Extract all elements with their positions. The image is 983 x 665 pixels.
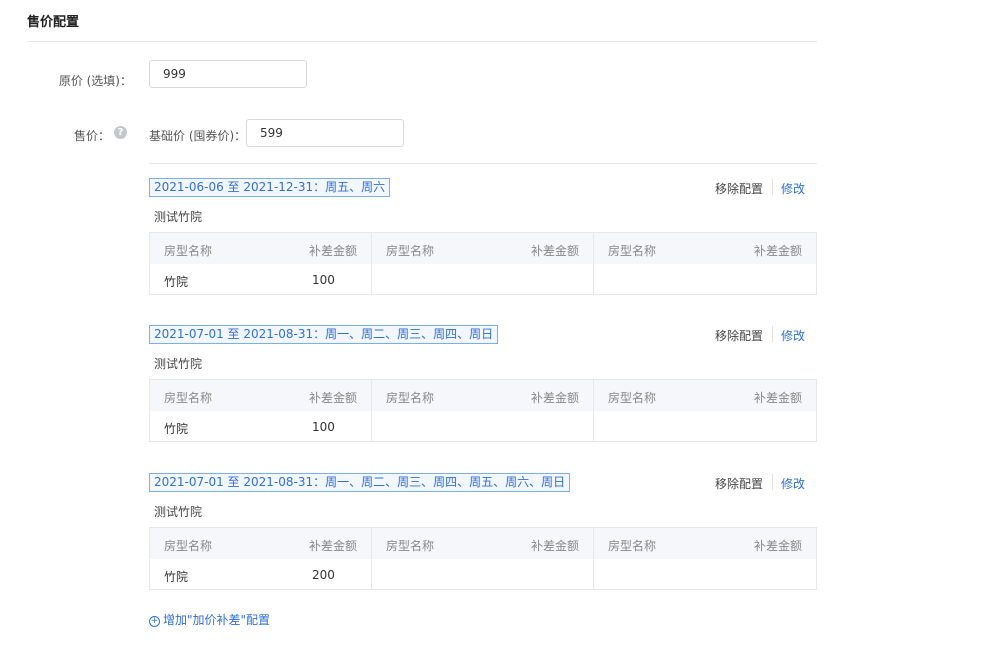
edit-config-button[interactable]: 修改 <box>781 327 805 344</box>
date-range-tag: 2021-06-06 至 2021-12-31：周五、周六 <box>149 178 391 197</box>
sale-divider <box>149 163 817 164</box>
header-amount: 补差金额 <box>308 539 357 553</box>
table-column: 房型名称 补差金额 <box>594 528 816 589</box>
table-column: 房型名称 补差金额 <box>594 233 816 294</box>
table-column: 房型名称 补差金额 <box>372 380 594 441</box>
table-header: 房型名称 补差金额 <box>372 380 593 411</box>
price-config-block: 2021-06-06 至 2021-12-31：周五、周六 移除配置 修改 测试… <box>149 178 817 303</box>
cell-amount: 200 <box>312 568 335 582</box>
table-column: 房型名称 补差金额 <box>372 528 594 589</box>
add-markup-config-label: 增加"加价补差"配置 <box>163 613 271 627</box>
header-amount: 补差金额 <box>753 244 802 258</box>
help-icon[interactable]: ? <box>114 126 127 139</box>
remove-config-button[interactable]: 移除配置 <box>715 180 763 197</box>
plus-circle-icon: + <box>149 616 160 627</box>
header-room-name: 房型名称 <box>608 539 657 553</box>
header-room-name: 房型名称 <box>386 539 435 553</box>
cell-room-name: 竹院 <box>164 275 189 289</box>
room-price-table: 房型名称 补差金额 竹院 100 房型名称 补差金额 房型名称 补差金额 <box>149 379 817 442</box>
table-header: 房型名称 补差金额 <box>594 528 816 559</box>
original-price-input[interactable] <box>149 60 307 88</box>
cell-room-name: 竹院 <box>164 570 189 584</box>
header-amount: 补差金额 <box>530 539 579 553</box>
action-divider <box>772 326 773 342</box>
table-column: 房型名称 补差金额 竹院 100 <box>150 233 372 294</box>
date-range-tag: 2021-07-01 至 2021-08-31：周一、周二、周三、周四、周日 <box>149 325 499 344</box>
cell-room-name: 竹院 <box>164 422 189 436</box>
base-price-input[interactable] <box>246 119 404 147</box>
header-room-name: 房型名称 <box>164 539 213 553</box>
original-price-label: 原价 (选填)： <box>58 74 132 88</box>
remove-config-button[interactable]: 移除配置 <box>715 327 763 344</box>
table-column: 房型名称 补差金额 <box>372 233 594 294</box>
header-amount: 补差金额 <box>753 539 802 553</box>
hotel-name: 测试竹院 <box>154 357 203 371</box>
header-amount: 补差金额 <box>753 391 802 405</box>
cell-amount: 100 <box>312 420 335 434</box>
table-column: 房型名称 补差金额 <box>594 380 816 441</box>
table-header: 房型名称 补差金额 <box>594 380 816 411</box>
edit-config-button[interactable]: 修改 <box>781 180 805 197</box>
cell-amount: 100 <box>312 273 335 287</box>
header-room-name: 房型名称 <box>608 391 657 405</box>
header-room-name: 房型名称 <box>386 244 435 258</box>
price-config-block: 2021-07-01 至 2021-08-31：周一、周二、周三、周四、周日 移… <box>149 325 817 450</box>
header-room-name: 房型名称 <box>386 391 435 405</box>
table-header: 房型名称 补差金额 <box>150 233 371 264</box>
add-markup-config-link[interactable]: + 增加"加价补差"配置 <box>149 611 270 628</box>
table-header: 房型名称 补差金额 <box>150 380 371 411</box>
hotel-name: 测试竹院 <box>154 210 203 224</box>
title-divider <box>27 41 817 42</box>
table-column: 房型名称 补差金额 竹院 100 <box>150 380 372 441</box>
header-amount: 补差金额 <box>530 391 579 405</box>
room-price-table: 房型名称 补差金额 竹院 200 房型名称 补差金额 房型名称 补差金额 <box>149 527 817 590</box>
header-room-name: 房型名称 <box>608 244 657 258</box>
table-header: 房型名称 补差金额 <box>594 233 816 264</box>
table-header: 房型名称 补差金额 <box>372 528 593 559</box>
section-title: 售价配置 <box>27 15 80 30</box>
action-divider <box>772 474 773 490</box>
header-room-name: 房型名称 <box>164 244 213 258</box>
header-amount: 补差金额 <box>530 244 579 258</box>
header-amount: 补差金额 <box>308 391 357 405</box>
base-price-label: 基础价 (囤券价)： <box>149 129 247 143</box>
date-range-tag: 2021-07-01 至 2021-08-31：周一、周二、周三、周四、周五、周… <box>149 473 571 492</box>
header-room-name: 房型名称 <box>164 391 213 405</box>
edit-config-button[interactable]: 修改 <box>781 475 805 492</box>
table-header: 房型名称 补差金额 <box>372 233 593 264</box>
remove-config-button[interactable]: 移除配置 <box>715 475 763 492</box>
room-price-table: 房型名称 补差金额 竹院 100 房型名称 补差金额 房型名称 补差金额 <box>149 232 817 295</box>
hotel-name: 测试竹院 <box>154 505 203 519</box>
action-divider <box>772 179 773 195</box>
table-column: 房型名称 补差金额 竹院 200 <box>150 528 372 589</box>
sale-price-label: 售价： <box>73 129 110 143</box>
header-amount: 补差金额 <box>308 244 357 258</box>
table-header: 房型名称 补差金额 <box>150 528 371 559</box>
price-config-block: 2021-07-01 至 2021-08-31：周一、周二、周三、周四、周五、周… <box>149 473 817 598</box>
